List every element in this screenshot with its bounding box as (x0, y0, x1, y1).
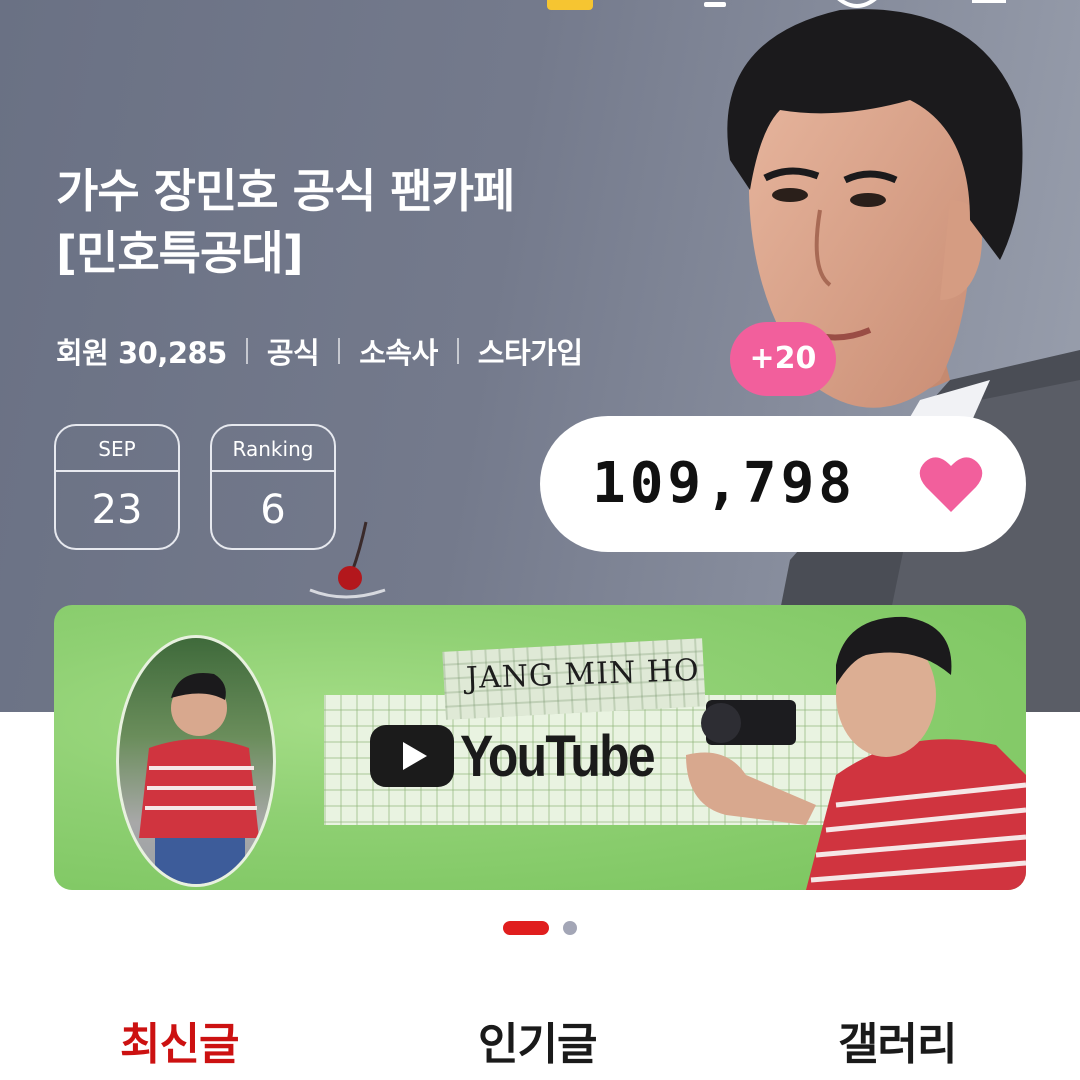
profile-circle-icon[interactable] (826, 0, 888, 14)
heart-icon (919, 457, 983, 512)
ranking-box[interactable]: Ranking 6 (210, 424, 336, 550)
carousel-dot-active[interactable] (503, 921, 549, 935)
content-tabs: 최신글 인기글 갤러리 (0, 1000, 1080, 1080)
tab-gallery[interactable]: 갤러리 (838, 1008, 957, 1072)
like-button[interactable]: 109,798 (540, 416, 1026, 552)
top-app-bar (0, 0, 1080, 14)
cafe-title-line2: [민호특공대] (56, 226, 304, 280)
youtube-banner[interactable]: JANG MIN HO YouTube (54, 605, 1026, 890)
youtube-play-icon (370, 725, 454, 787)
ranking-label: Ranking (212, 426, 334, 472)
youtube-label: YouTube (460, 724, 656, 789)
meta-divider (456, 338, 459, 364)
page-title: 가수 장민호 공식 팬카페 [민호특공대] (56, 160, 696, 284)
date-day-value: 23 (91, 487, 143, 533)
official-tag: 공식 (266, 336, 320, 370)
tab-latest[interactable]: 최신글 (120, 1008, 239, 1072)
like-count: 109,798 (592, 451, 857, 516)
oval-photo-image (116, 635, 276, 887)
meta-divider (245, 338, 248, 364)
like-increment-badge: +20 (730, 322, 836, 396)
date-month-label: SEP (56, 426, 178, 472)
back-arrow-icon[interactable] (70, 0, 104, 12)
tab-popular[interactable]: 인기글 (478, 1008, 597, 1072)
notification-bell-icon[interactable] (700, 0, 730, 12)
menu-icon[interactable] (972, 0, 1006, 6)
star-join-tag: 스타가입 (477, 336, 583, 370)
cafe-title-line1: 가수 장민호 공식 팬카페 (56, 164, 515, 218)
carousel-dot[interactable] (563, 921, 577, 935)
member-count[interactable]: 회원 30,285 (56, 330, 227, 372)
agency-tag: 소속사 (359, 336, 438, 370)
ranking-value: 6 (260, 487, 286, 533)
date-box: SEP 23 (54, 424, 180, 550)
meta-divider (338, 338, 341, 364)
crown-icon[interactable] (545, 0, 595, 12)
cafe-meta-row: 회원 30,285 공식 소속사 스타가입 (56, 330, 583, 372)
carousel-indicator (503, 921, 577, 935)
person-with-camera-image (686, 616, 1026, 890)
